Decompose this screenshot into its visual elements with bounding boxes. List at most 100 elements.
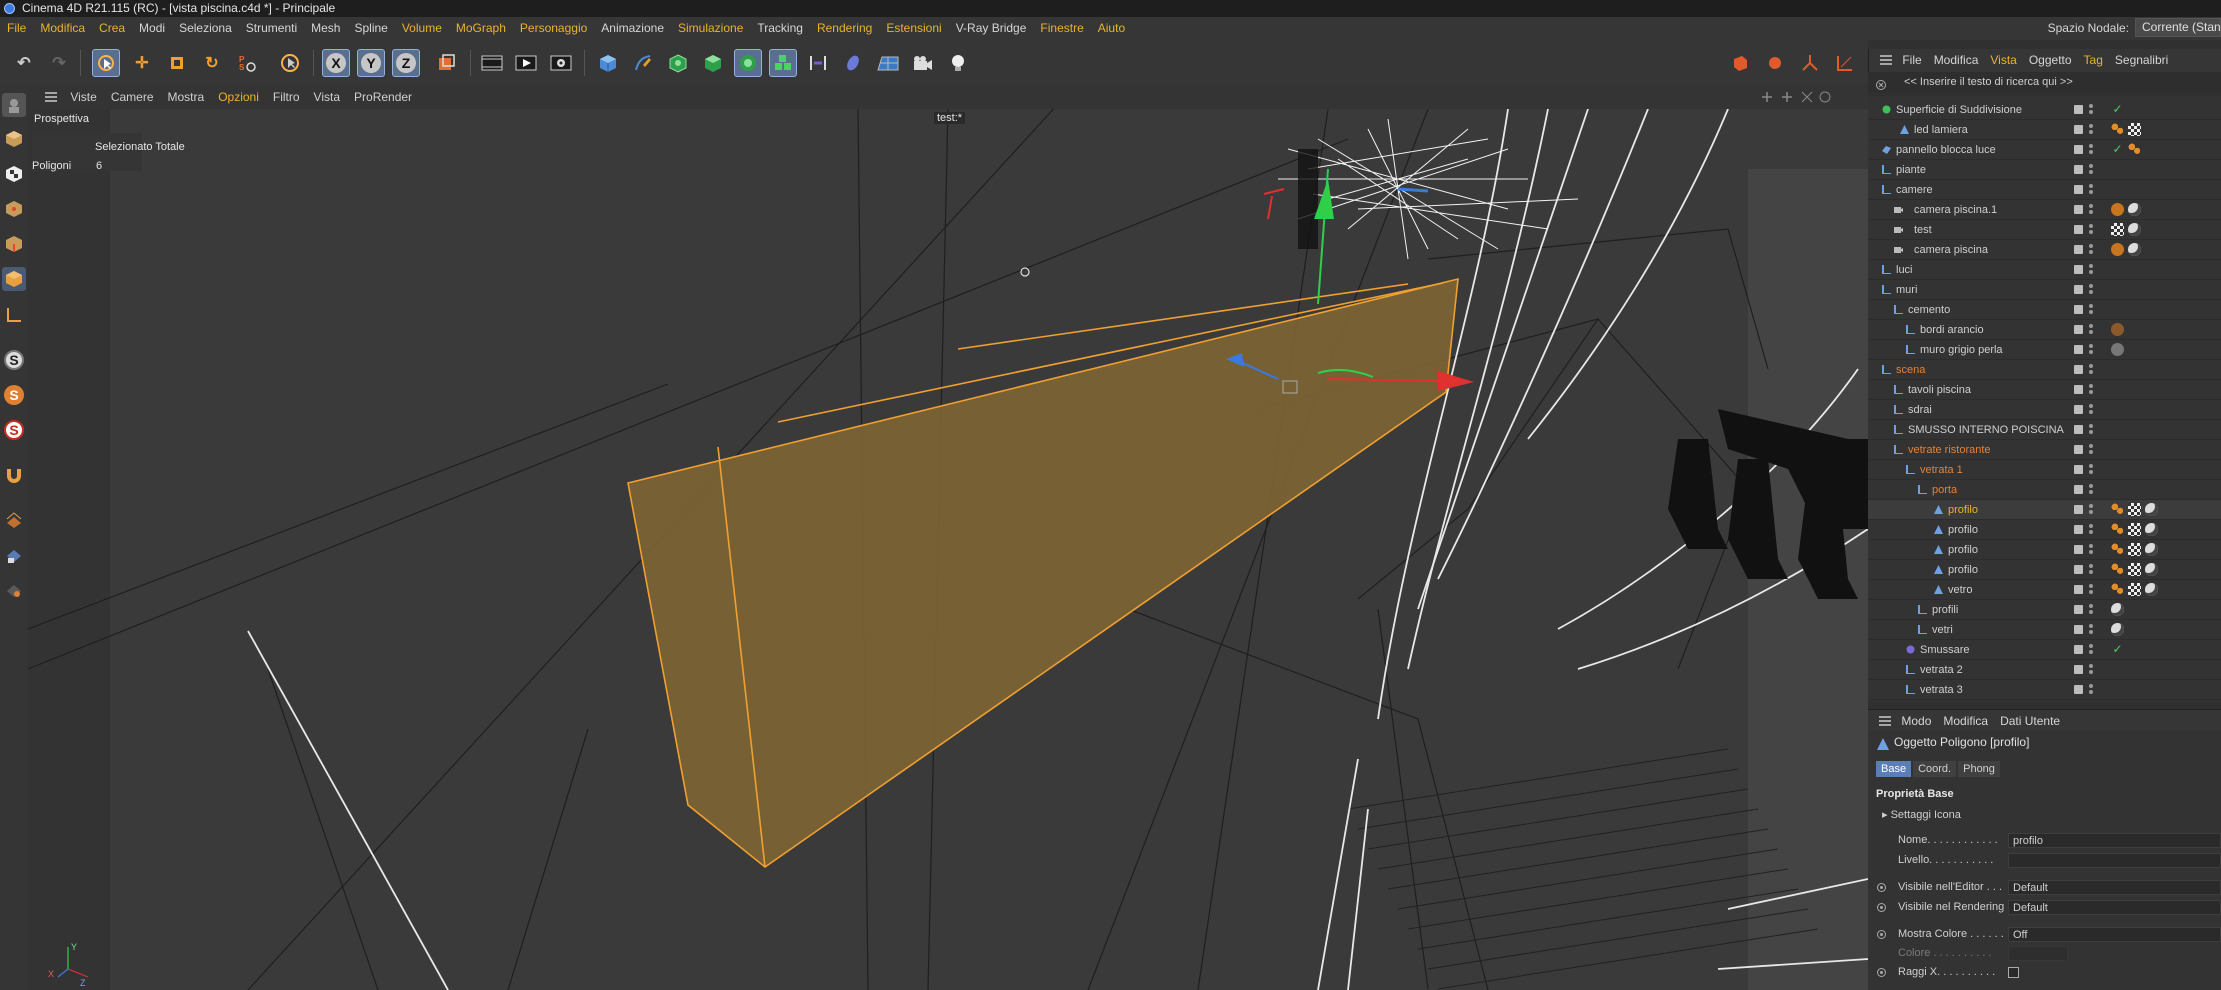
workplane-icon[interactable] bbox=[2, 303, 26, 327]
render-view-icon[interactable] bbox=[512, 49, 540, 77]
tree-row[interactable]: vetrate ristorante bbox=[1868, 440, 2221, 460]
menu-aiuto[interactable]: Aiuto bbox=[1091, 17, 1132, 40]
tree-row[interactable]: camera piscina bbox=[1868, 240, 2221, 260]
menu-modi[interactable]: Modi bbox=[132, 17, 172, 40]
menu-strumenti[interactable]: Strumenti bbox=[239, 17, 304, 40]
viewport-menu-camere[interactable]: Camere bbox=[104, 85, 161, 109]
node-space-dropdown[interactable]: Corrente (Standard) bbox=[2135, 18, 2221, 38]
cube-primitive-icon[interactable] bbox=[594, 49, 622, 77]
menu-vray-bridge[interactable]: V-Ray Bridge bbox=[949, 17, 1034, 40]
polygons-mode-icon[interactable] bbox=[1831, 49, 1859, 77]
hamburger-menu-icon[interactable] bbox=[1878, 710, 1892, 732]
menu-mesh[interactable]: Mesh bbox=[304, 17, 347, 40]
om-menu-oggetto[interactable]: Oggetto bbox=[2023, 49, 2078, 72]
tree-row[interactable]: scena bbox=[1868, 360, 2221, 380]
point-mode-icon[interactable] bbox=[2, 197, 26, 221]
tree-row[interactable]: luci bbox=[1868, 260, 2221, 280]
y-axis-lock-icon[interactable]: Y bbox=[357, 49, 385, 77]
x-axis-lock-icon[interactable]: X bbox=[322, 49, 350, 77]
visibile-editor-dropdown[interactable]: Default bbox=[2008, 880, 2221, 895]
menu-simulazione[interactable]: Simulazione bbox=[671, 17, 750, 40]
undo-icon[interactable]: ↶ bbox=[10, 49, 38, 77]
floor-icon[interactable] bbox=[874, 49, 902, 77]
hamburger-menu-icon[interactable] bbox=[1879, 49, 1893, 72]
visibile-rendering-dropdown[interactable]: Default bbox=[2008, 900, 2221, 915]
keyframe-radio-icon[interactable] bbox=[1877, 903, 1886, 912]
tab-base[interactable]: Base bbox=[1876, 761, 1912, 777]
menu-tracking[interactable]: Tracking bbox=[750, 17, 810, 40]
bend-deformer-icon[interactable] bbox=[804, 49, 832, 77]
tree-row[interactable]: camera piscina.1 bbox=[1868, 200, 2221, 220]
menu-estensioni[interactable]: Estensioni bbox=[879, 17, 948, 40]
keyframe-radio-icon[interactable] bbox=[1877, 930, 1886, 939]
search-input[interactable]: << Inserire il testo di ricerca qui >> bbox=[1904, 72, 2073, 92]
snap-s-icon[interactable]: S bbox=[2, 348, 26, 372]
polygon-mode-icon[interactable] bbox=[2, 267, 26, 291]
viewport-menu-vista[interactable]: Vista bbox=[307, 85, 347, 109]
redo-icon[interactable]: ↷ bbox=[45, 49, 73, 77]
tab-phong[interactable]: Phong bbox=[1958, 761, 2000, 777]
environment-sky-icon[interactable] bbox=[839, 49, 867, 77]
tab-coord[interactable]: Coord. bbox=[1913, 761, 1957, 777]
colore-swatch[interactable] bbox=[2008, 946, 2068, 961]
tree-row[interactable]: cemento bbox=[1868, 300, 2221, 320]
viewport-menu-viste[interactable]: Viste bbox=[63, 85, 103, 109]
points-mode-icon[interactable] bbox=[1761, 49, 1789, 77]
tree-row-selected[interactable]: profilo bbox=[1868, 500, 2221, 520]
viewport-menu-filtro[interactable]: Filtro bbox=[266, 85, 307, 109]
recent-tool-icon[interactable] bbox=[276, 49, 304, 77]
mostra-colore-dropdown[interactable]: Off bbox=[2008, 927, 2221, 942]
tree-row[interactable]: pannello blocca luce ✓ bbox=[1868, 140, 2221, 160]
render-settings-icon[interactable] bbox=[547, 49, 575, 77]
menu-crea[interactable]: Crea bbox=[92, 17, 132, 40]
live-selection-icon[interactable] bbox=[92, 49, 120, 77]
viewport-menu-mostra[interactable]: Mostra bbox=[161, 85, 212, 109]
menu-modifica[interactable]: Modifica bbox=[33, 17, 92, 40]
hamburger-menu-icon[interactable] bbox=[44, 85, 60, 109]
move-icon[interactable]: ✛ bbox=[128, 49, 156, 77]
planar-workplane-icon[interactable] bbox=[2, 578, 26, 602]
raggi-x-checkbox[interactable] bbox=[2008, 967, 2019, 978]
tree-row[interactable]: Smussare ✓ bbox=[1868, 640, 2221, 660]
edges-mode-icon[interactable] bbox=[1796, 49, 1824, 77]
snap-s-orange-icon[interactable]: S bbox=[2, 383, 26, 407]
make-editable-icon[interactable] bbox=[1726, 49, 1754, 77]
3d-viewport[interactable]: Prospettiva Selezionato Totale Poligoni … bbox=[28, 109, 1868, 990]
icon-settings-toggle[interactable]: ▸ Settaggi Icona bbox=[1882, 808, 1961, 821]
snap-s-red-icon[interactable]: S bbox=[2, 418, 26, 442]
tree-row[interactable]: piante bbox=[1868, 160, 2221, 180]
tree-row[interactable]: profili bbox=[1868, 600, 2221, 620]
keyframe-radio-icon[interactable] bbox=[1877, 883, 1886, 892]
tree-row[interactable]: sdrai bbox=[1868, 400, 2221, 420]
tree-row[interactable]: led lamiera bbox=[1868, 120, 2221, 140]
menu-rendering[interactable]: Rendering bbox=[810, 17, 879, 40]
livello-input[interactable] bbox=[2008, 853, 2221, 868]
tree-row[interactable]: bordi arancio bbox=[1868, 320, 2221, 340]
edge-mode-icon[interactable] bbox=[2, 232, 26, 256]
extrude-generator-icon[interactable] bbox=[699, 49, 727, 77]
om-menu-file[interactable]: File bbox=[1896, 49, 1927, 72]
light-icon[interactable] bbox=[944, 49, 972, 77]
om-menu-segnalibri[interactable]: Segnalibri bbox=[2109, 49, 2174, 72]
tree-row[interactable]: vetro bbox=[1868, 580, 2221, 600]
menu-mograph[interactable]: MoGraph bbox=[449, 17, 513, 40]
tree-row[interactable]: vetri bbox=[1868, 620, 2221, 640]
tree-row[interactable]: vetrata 3 bbox=[1868, 680, 2221, 700]
tree-row[interactable]: muro grigio perla bbox=[1868, 340, 2221, 360]
magnet-icon[interactable] bbox=[2, 463, 26, 487]
om-menu-vista[interactable]: Vista bbox=[1984, 49, 2022, 72]
search-bar[interactable]: << Inserire il testo di ricerca qui >> bbox=[1868, 72, 2221, 92]
subdivision-surface-icon[interactable] bbox=[664, 49, 692, 77]
keyframe-radio-icon[interactable] bbox=[1877, 968, 1886, 977]
om-menu-modifica[interactable]: Modifica bbox=[1928, 49, 1985, 72]
tree-row[interactable]: profilo bbox=[1868, 540, 2221, 560]
tree-row[interactable]: tavoli piscina bbox=[1868, 380, 2221, 400]
psr-icon[interactable]: PS bbox=[233, 49, 261, 77]
menu-volume[interactable]: Volume bbox=[395, 17, 449, 40]
tree-row[interactable]: profilo bbox=[1868, 520, 2221, 540]
menu-spline[interactable]: Spline bbox=[347, 17, 394, 40]
scale-icon[interactable] bbox=[163, 49, 191, 77]
tree-row[interactable]: vetrata 2 bbox=[1868, 660, 2221, 680]
attr-menu-dati-utente[interactable]: Dati Utente bbox=[1994, 710, 2066, 732]
rotate-icon[interactable]: ↻ bbox=[198, 49, 226, 77]
